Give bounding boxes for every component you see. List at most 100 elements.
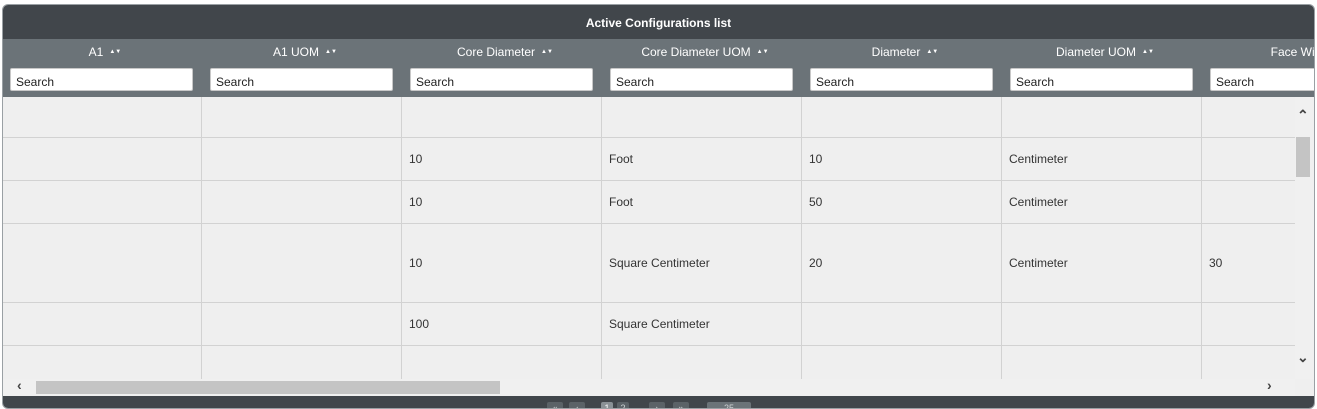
configurations-table: Active Configurations list A1▲▼A1 UOM▲▼C… xyxy=(2,4,1315,409)
next-page-button[interactable]: › xyxy=(649,402,665,408)
table-row[interactable]: Meter xyxy=(3,97,1295,138)
column-label-a1[interactable]: A1 ▲▼ xyxy=(3,45,203,59)
cell-value: 100 xyxy=(409,316,430,331)
chevron-right-icon[interactable]: › xyxy=(1267,377,1272,393)
column-header-a1-uom: A1 UOM ▲▼ xyxy=(203,39,403,97)
table-cell-a1-uom xyxy=(203,137,402,180)
last-page-button[interactable]: » xyxy=(673,402,689,408)
cell-value: 10 xyxy=(409,255,423,270)
cell-value: Foot xyxy=(609,194,634,209)
table-cell-diameter: 20 xyxy=(803,223,1002,302)
table-row[interactable]: 1000Square Centimeter xyxy=(3,345,1295,379)
column-label-diameter[interactable]: Diameter ▲▼ xyxy=(803,45,1003,59)
cell-value: Centimeter xyxy=(1009,151,1068,166)
search-input-face-width[interactable] xyxy=(1210,68,1314,91)
horizontal-scroll-thumb[interactable] xyxy=(36,381,500,394)
cell-value: 10 xyxy=(809,151,823,166)
chevron-up-icon[interactable]: ⌃ xyxy=(1297,107,1309,124)
table-cell-diameter-uom xyxy=(1003,302,1202,345)
table-cell-diameter-uom xyxy=(1003,345,1202,379)
cell-value: Square Centimeter xyxy=(609,316,710,331)
sort-icon[interactable]: ▲▼ xyxy=(325,49,337,55)
table-cell-face-width xyxy=(1203,302,1295,345)
table-cell-diameter: 50 xyxy=(803,180,1002,223)
sort-icon[interactable]: ▲▼ xyxy=(109,49,121,55)
column-label-face-width[interactable]: Face Wid▲▼ xyxy=(1203,45,1315,59)
table-row[interactable]: 10 Square Centimeter 20 Centimeter 30 xyxy=(3,223,1295,303)
page-1-button[interactable]: 1 xyxy=(601,402,613,408)
page-2-button[interactable]: 2 xyxy=(617,402,629,408)
column-label-a1-uom[interactable]: A1 UOM ▲▼ xyxy=(203,45,403,59)
search-input-a1[interactable] xyxy=(10,68,193,91)
search-input-core-diameter[interactable] xyxy=(410,68,593,91)
first-page-button[interactable]: « xyxy=(547,402,563,408)
table-cell-core-diameter: 1000 xyxy=(403,345,602,379)
table-cell-core-diameter-uom: Foot xyxy=(603,137,802,180)
table-cell-a1 xyxy=(3,345,202,379)
column-header-core-diameter-uom: Core Diameter UOM ▲▼ xyxy=(603,39,803,97)
table-row[interactable]: 100 Square Centimeter xyxy=(3,302,1295,346)
search-input-diameter-uom[interactable] xyxy=(1010,68,1193,91)
chevron-left-icon[interactable]: ‹ xyxy=(17,377,22,393)
column-label-diameter-uom[interactable]: Diameter UOM ▲▼ xyxy=(1003,45,1203,59)
table-cell-a1 xyxy=(3,137,202,180)
search-input-core-diameter-uom[interactable] xyxy=(610,68,793,91)
table-row[interactable]: 10 Foot 50 Centimeter xyxy=(3,180,1295,224)
sort-icon[interactable]: ▲▼ xyxy=(926,49,938,55)
table-body: Meter 10 Foot 10 Centimeter 10 Foot 50 Centimete… xyxy=(3,97,1295,379)
table-cell-core-diameter-uom: Square Centimeter xyxy=(603,302,802,345)
cell-value: Centimeter xyxy=(1009,194,1068,209)
table-cell-face-width: 30 xyxy=(1203,223,1295,302)
table-cell-diameter-uom: Centimeter xyxy=(1003,137,1202,180)
table-cell-core-diameter: 100 xyxy=(403,302,602,345)
vertical-scrollbar[interactable]: ⌃ ⌄ xyxy=(1295,97,1314,379)
column-label-text: A1 xyxy=(88,45,104,59)
cell-value: 20 xyxy=(809,255,823,270)
table-title: Active Configurations list xyxy=(3,5,1314,39)
sort-icon[interactable]: ▲▼ xyxy=(1142,49,1154,55)
sort-icon[interactable]: ▲▼ xyxy=(541,49,553,55)
horizontal-scrollbar[interactable]: ‹ › xyxy=(3,377,1295,396)
column-label-text: Core Diameter xyxy=(456,45,536,59)
table-cell-a1-uom xyxy=(203,345,402,379)
table-cell-core-diameter-uom: Meter xyxy=(603,97,802,137)
column-label-core-diameter[interactable]: Core Diameter ▲▼ xyxy=(403,45,603,59)
table-cell-diameter: 10 xyxy=(803,137,1002,180)
table-cell-core-diameter: 10 xyxy=(403,180,602,223)
table-row[interactable]: 10 Foot 10 Centimeter xyxy=(3,137,1295,181)
table-cell-a1-uom xyxy=(203,180,402,223)
column-header-core-diameter: Core Diameter ▲▼ xyxy=(403,39,603,97)
cell-value: 50 xyxy=(809,194,823,209)
table-cell-a1-uom xyxy=(203,302,402,345)
column-label-text: Diameter xyxy=(871,45,921,59)
table-cell-diameter-uom xyxy=(1003,97,1202,137)
search-input-diameter[interactable] xyxy=(810,68,993,91)
table-cell-core-diameter-uom: Square Centimeter xyxy=(603,345,802,379)
table-cell-face-width xyxy=(1203,97,1295,137)
column-header-diameter: Diameter ▲▼ xyxy=(803,39,1003,97)
table-cell-core-diameter: 10 xyxy=(403,223,602,302)
column-label-core-diameter-uom[interactable]: Core Diameter UOM ▲▼ xyxy=(603,45,803,59)
cell-value: 10 xyxy=(409,151,423,166)
cell-value: Centimeter xyxy=(1009,255,1068,270)
table-cell-a1 xyxy=(3,97,202,137)
column-label-text: Core Diameter UOM xyxy=(641,45,751,59)
cell-value: Square Centimeter xyxy=(609,255,710,270)
table-cell-diameter-uom: Centimeter xyxy=(1003,223,1202,302)
search-input-a1-uom[interactable] xyxy=(210,68,393,91)
vertical-scroll-thumb[interactable] xyxy=(1296,137,1310,177)
table-cell-a1-uom xyxy=(203,97,402,137)
table-cell-diameter xyxy=(803,345,1002,379)
table-cell-diameter-uom: Centimeter xyxy=(1003,180,1202,223)
cell-value: 10 xyxy=(409,194,423,209)
table-cell-diameter xyxy=(803,97,1002,137)
table-cell-face-width xyxy=(1203,180,1295,223)
table-cell-a1 xyxy=(3,223,202,302)
table-cell-core-diameter-uom: Foot xyxy=(603,180,802,223)
page-size-select[interactable]: 25 xyxy=(707,402,751,408)
column-label-text: Face Wid xyxy=(1270,45,1315,59)
sort-icon[interactable]: ▲▼ xyxy=(757,49,769,55)
chevron-down-icon[interactable]: ⌄ xyxy=(1297,349,1309,366)
prev-page-button[interactable]: ‹ xyxy=(569,402,585,408)
column-header-a1: A1 ▲▼ xyxy=(3,39,203,97)
